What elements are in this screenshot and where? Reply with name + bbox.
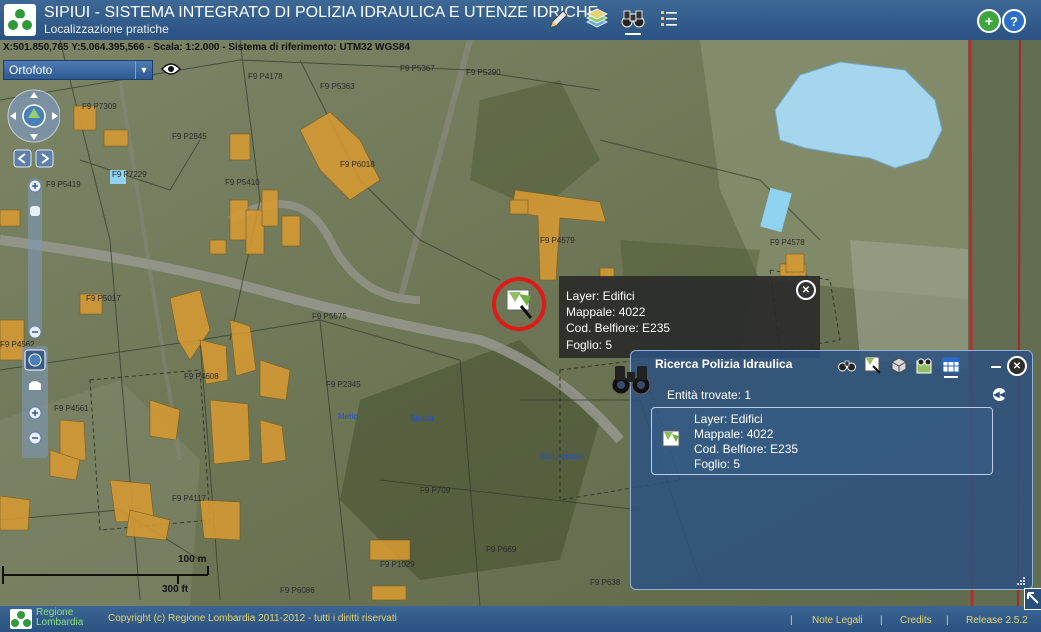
street-label: Strada: [410, 414, 434, 423]
legal-notes-link[interactable]: Note Legali: [812, 615, 863, 626]
search-map-icon[interactable]: [915, 355, 935, 375]
popup-layer: Layer: Edifici: [566, 289, 635, 303]
street-label: Con sorziale: [540, 452, 585, 461]
feature-info-popup: Layer: Edifici Mappale: 4022 Cod. Belfio…: [559, 276, 820, 358]
map-navigation: [4, 88, 61, 460]
copyright-text: Copyright (c) Regione Lombardia 2011-201…: [108, 613, 397, 624]
base-layer-value: Ortofoto: [9, 63, 53, 77]
binoculars-icon: [610, 362, 654, 396]
coordinates-readout: X:501.850,765 Y:5.064.395,566 - Scala: 1…: [3, 42, 411, 53]
parcel-label: F9 P6018: [340, 160, 375, 169]
result-layer: Layer: Edifici: [694, 412, 763, 426]
parcel-label: F9 P5575: [312, 312, 347, 321]
popup-close-icon[interactable]: ✕: [796, 280, 816, 300]
search-panel: Ricerca Polizia Idraulica ✕ Entità trova…: [630, 350, 1033, 590]
app-subtitle: Localizzazione pratiche: [44, 22, 169, 36]
popup-mappale: Mappale: 4022: [566, 305, 646, 319]
footer-separator: |: [790, 615, 793, 626]
feature-marker[interactable]: [491, 276, 547, 332]
minimize-icon[interactable]: [989, 357, 1003, 371]
release-version: Release 2.5.2: [966, 615, 1028, 626]
panel-title: Ricerca Polizia Idraulica: [655, 357, 793, 371]
table-icon[interactable]: [941, 355, 961, 378]
panel-close-icon[interactable]: ✕: [1007, 356, 1027, 376]
result-item[interactable]: Layer: Edifici Mappale: 4022 Cod. Belfio…: [651, 407, 993, 475]
binoculars-search-icon[interactable]: [620, 6, 646, 35]
parcel-label: F9 P6086: [280, 586, 315, 595]
app-header: SIPIUI - SISTEMA INTEGRATO DI POLIZIA ID…: [0, 0, 1041, 40]
parcel-label: F9 P7229: [112, 170, 147, 179]
scale-bar: [0, 552, 240, 596]
parcel-label: F9 P669: [486, 545, 517, 554]
expand-arrow-icon[interactable]: [1024, 588, 1041, 610]
entities-found: Entità trovate: 1: [667, 388, 752, 402]
feature-map-icon: [662, 430, 682, 448]
result-foglio: Foglio: 5: [694, 457, 741, 471]
parcel-label: F9 P4117: [172, 494, 207, 503]
edit-pencil-icon[interactable]: [546, 6, 572, 32]
credits-link[interactable]: Credits: [900, 615, 932, 626]
footer-separator: |: [880, 615, 883, 626]
base-layer-select[interactable]: Ortofoto ▼: [3, 60, 153, 80]
parcel-label: F9 P7309: [82, 102, 117, 111]
parcel-label: F9 P5290: [466, 68, 501, 77]
parcel-label: F9 P5410: [225, 178, 260, 187]
result-belfiore: Cod. Belfiore: E235: [694, 442, 799, 456]
street-label: Merlo: [338, 412, 359, 421]
list-icon[interactable]: [656, 6, 682, 32]
parcel-label: F9 P5367: [400, 64, 435, 73]
parcel-label: F9 P4579: [540, 236, 575, 245]
parcel-label: F9 P638: [590, 578, 621, 587]
parcel-label: F9 P2845: [172, 132, 207, 141]
app-footer: Regione Lombardia Copyright (c) Regione …: [0, 606, 1041, 632]
app-title: SIPIUI - SISTEMA INTEGRATO DI POLIZIA ID…: [44, 4, 599, 21]
binoculars-search-icon[interactable]: [837, 355, 857, 375]
region-name: Regione Lombardia: [36, 608, 83, 628]
chevron-down-icon[interactable]: ▼: [135, 61, 152, 79]
result-mappale: Mappale: 4022: [694, 427, 774, 441]
resize-handle-icon[interactable]: [1016, 575, 1026, 585]
parcel-label: F9 P4608: [184, 372, 219, 381]
parcel-label: F9 P4178: [248, 72, 283, 81]
parcel-label: F9 P1029: [380, 560, 415, 569]
popup-belfiore: Cod. Belfiore: E235: [566, 321, 671, 335]
help-icon[interactable]: ?: [1002, 9, 1026, 33]
parcel-label: F9 P2345: [326, 380, 361, 389]
parcel-label: F9 P4578: [770, 238, 805, 247]
region-name-line2: Lombardia: [36, 617, 84, 628]
box-icon[interactable]: [889, 355, 909, 375]
parcel-label: F9 P5017: [86, 294, 121, 303]
add-icon[interactable]: +: [977, 9, 1001, 33]
parcel-label: F9 P709: [420, 486, 451, 495]
popup-foglio: Foglio: 5: [566, 338, 613, 352]
map-select-icon[interactable]: [863, 355, 883, 375]
app-logo: [4, 4, 36, 36]
footer-separator: |: [946, 615, 949, 626]
region-logo: [10, 609, 32, 629]
layers-icon[interactable]: [584, 6, 610, 32]
parcel-label: F9 P5363: [320, 82, 355, 91]
eye-icon[interactable]: [160, 60, 182, 78]
rewind-icon[interactable]: ◀◀: [993, 388, 1006, 401]
